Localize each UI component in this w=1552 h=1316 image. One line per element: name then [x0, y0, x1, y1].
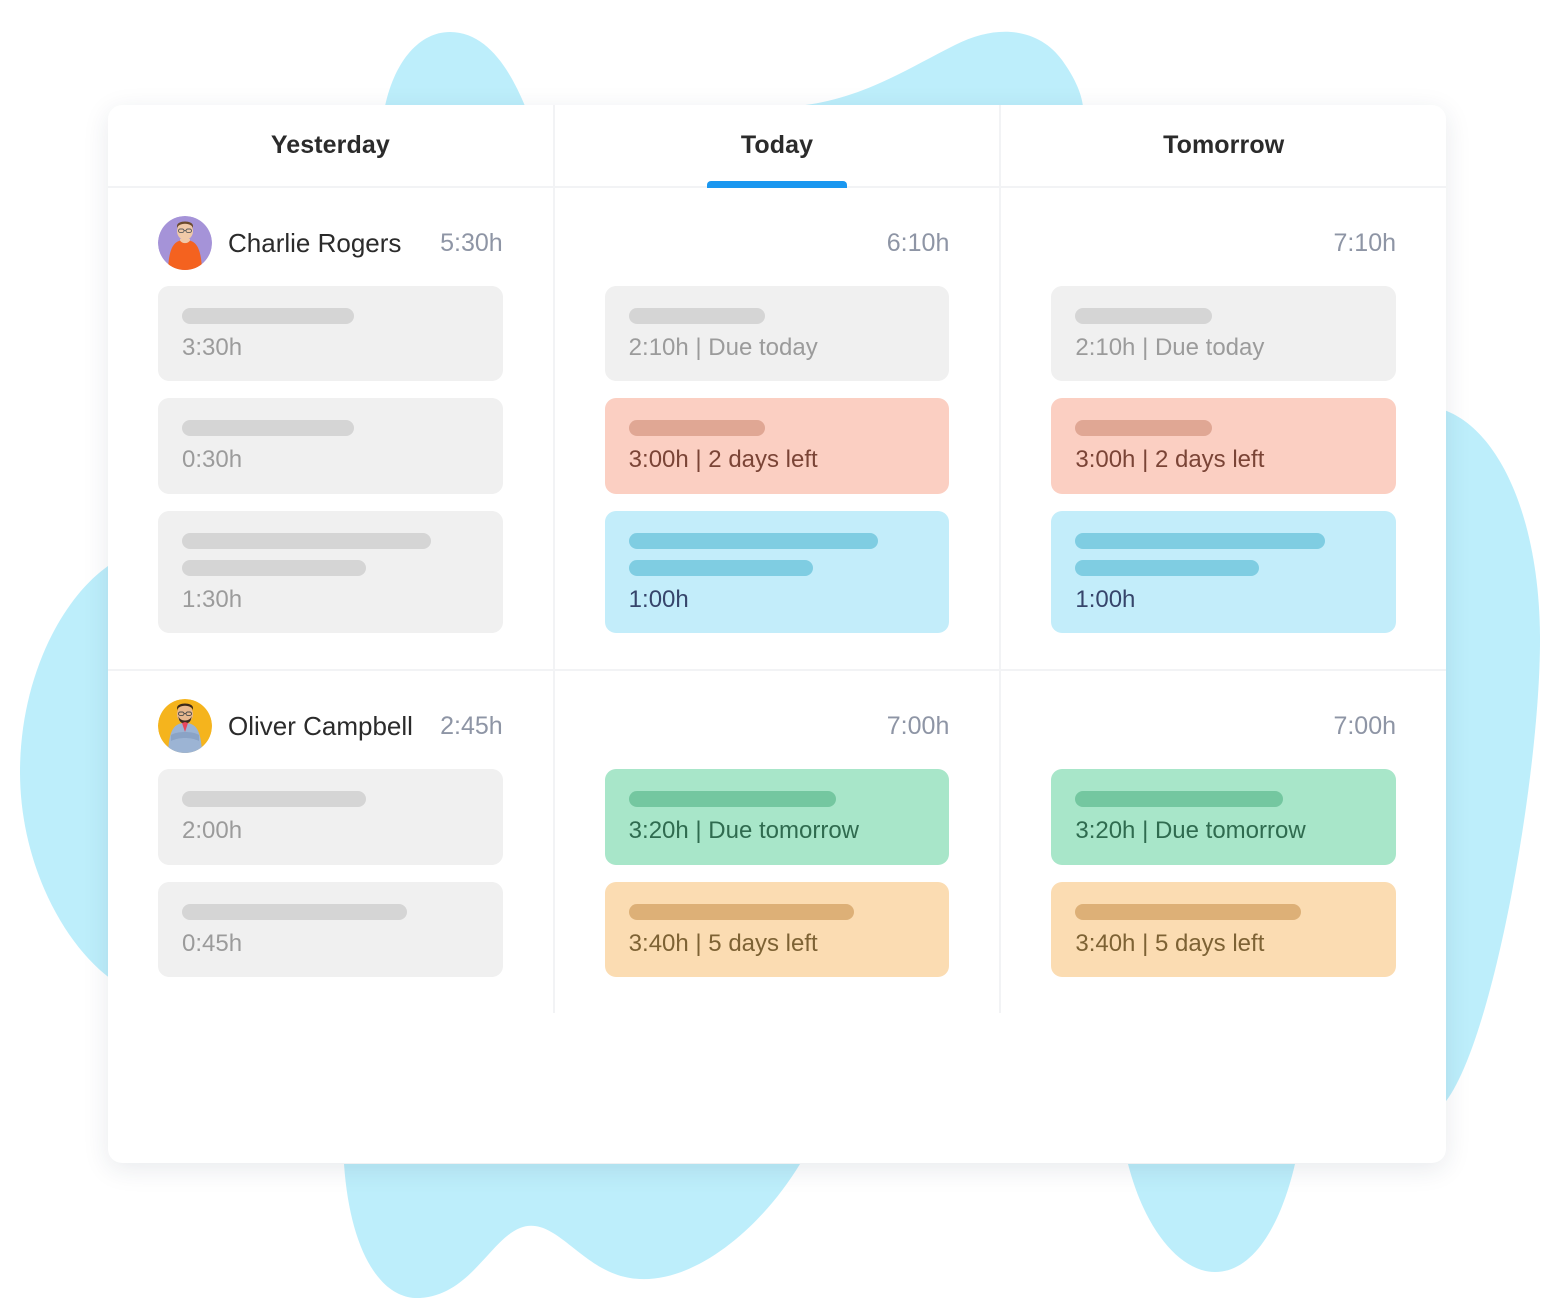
- task-meta: 2:10h | Due today: [1075, 334, 1265, 361]
- task-meta: 3:40h | 5 days left: [628, 929, 818, 957]
- task-card[interactable]: 1:30h: [158, 510, 503, 634]
- total-hours: 6:10h: [886, 228, 950, 257]
- task-card[interactable]: 0:30h: [158, 398, 503, 494]
- task-title-placeholder: [1075, 420, 1212, 437]
- person-row: Charlie Rogers 5:30h 3:30h 0:30h 1:30h 6…: [108, 188, 1446, 670]
- task-meta: 2:10h | Due today: [628, 334, 818, 361]
- tab-tomorrow[interactable]: Tomorrow: [999, 105, 1446, 186]
- task-card[interactable]: 2:00h: [158, 769, 503, 865]
- task-card[interactable]: 2:10h | Due today: [604, 286, 950, 382]
- avatar-oliver-campbell: [158, 699, 212, 754]
- task-card[interactable]: 1:00h: [604, 510, 950, 634]
- cell-oliver-today: 7:00h 3:20h | Due tomorrow 3:40h | 5 day…: [552, 671, 1000, 1013]
- total-hours: 7:10h: [1333, 228, 1397, 257]
- task-card[interactable]: 3:20h | Due tomorrow: [604, 769, 950, 865]
- task-card[interactable]: 1:00h: [1051, 510, 1397, 634]
- task-subtitle-placeholder: [628, 559, 813, 576]
- day-tabs: Yesterday Today Tomorrow: [108, 105, 1446, 188]
- task-title-placeholder: [182, 791, 366, 808]
- person-name: Charlie Rogers: [228, 227, 402, 258]
- cell-header: 6:10h: [605, 214, 950, 272]
- cell-header: 7:00h: [605, 697, 950, 755]
- task-title-placeholder: [1075, 308, 1212, 324]
- cell-header: 7:10h: [1051, 214, 1396, 272]
- task-meta: 3:00h | 2 days left: [628, 446, 818, 474]
- task-meta: 3:30h: [182, 334, 243, 361]
- cell-header: Charlie Rogers 5:30h: [158, 214, 503, 272]
- page-frame: Yesterday Today Tomorrow Charlie Rogers …: [0, 0, 1552, 1316]
- task-title-placeholder: [628, 420, 766, 437]
- task-title-placeholder: [628, 532, 878, 549]
- cell-charlie-tomorrow: 7:10h 2:10h | Due today 3:00h | 2 days l…: [999, 188, 1446, 670]
- task-title-placeholder: [1075, 791, 1283, 808]
- task-meta: 3:20h | Due tomorrow: [1075, 817, 1306, 845]
- task-card[interactable]: 2:10h | Due today: [1051, 286, 1397, 382]
- task-card[interactable]: 3:40h | 5 days left: [604, 881, 950, 977]
- task-title-placeholder: [182, 532, 432, 549]
- task-card[interactable]: 3:00h | 2 days left: [604, 398, 950, 494]
- task-meta: 0:30h: [182, 446, 243, 474]
- task-title-placeholder: [628, 308, 766, 324]
- task-title-placeholder: [182, 903, 408, 920]
- person-name: Oliver Campbell: [228, 710, 413, 741]
- task-card[interactable]: 3:40h | 5 days left: [1051, 881, 1397, 977]
- task-meta: 2:00h: [182, 817, 243, 845]
- total-hours: 7:00h: [1333, 711, 1397, 740]
- task-title-placeholder: [182, 420, 355, 437]
- task-title-placeholder: [182, 308, 355, 324]
- task-title-placeholder: [628, 791, 837, 808]
- task-meta: 3:00h | 2 days left: [1075, 446, 1265, 474]
- task-title-placeholder: [628, 903, 855, 920]
- cell-header: Oliver Campbell 2:45h: [158, 697, 503, 755]
- task-meta: 1:00h: [1075, 585, 1136, 613]
- task-meta: 0:45h: [182, 929, 243, 957]
- cell-charlie-today: 6:10h 2:10h | Due today 3:00h | 2 days l…: [552, 188, 1000, 670]
- tab-yesterday[interactable]: Yesterday: [108, 105, 553, 186]
- tab-tomorrow-label: Tomorrow: [1163, 131, 1285, 159]
- task-card[interactable]: 3:00h | 2 days left: [1051, 398, 1397, 494]
- task-title-placeholder: [1075, 532, 1325, 549]
- tab-today[interactable]: Today: [552, 105, 1000, 188]
- total-hours: 5:30h: [440, 228, 503, 257]
- person-row: Oliver Campbell 2:45h 2:00h 0:45h 7:00h: [108, 669, 1446, 1013]
- total-hours: 7:00h: [886, 711, 950, 740]
- task-meta: 3:40h | 5 days left: [1075, 929, 1265, 957]
- cell-oliver-tomorrow: 7:00h 3:20h | Due tomorrow 3:40h | 5 day…: [999, 671, 1446, 1013]
- task-meta: 3:20h | Due tomorrow: [628, 817, 860, 845]
- task-title-placeholder: [1075, 903, 1301, 920]
- task-card[interactable]: 0:45h: [158, 881, 503, 977]
- schedule-board: Yesterday Today Tomorrow Charlie Rogers …: [108, 105, 1446, 1163]
- tab-yesterday-label: Yesterday: [270, 131, 390, 159]
- tab-active-indicator: [707, 181, 847, 188]
- cell-oliver-yesterday: Oliver Campbell 2:45h 2:00h 0:45h: [108, 671, 553, 1013]
- task-meta: 1:00h: [628, 585, 689, 613]
- total-hours: 2:45h: [440, 711, 503, 740]
- task-card[interactable]: 3:30h: [158, 286, 503, 382]
- task-subtitle-placeholder: [1075, 559, 1260, 576]
- avatar-charlie-rogers: [158, 216, 212, 270]
- tab-today-label: Today: [740, 131, 814, 159]
- task-meta: 1:30h: [182, 585, 243, 613]
- cell-header: 7:00h: [1051, 697, 1396, 755]
- task-subtitle-placeholder: [182, 559, 366, 576]
- task-card[interactable]: 3:20h | Due tomorrow: [1051, 769, 1397, 865]
- cell-charlie-yesterday: Charlie Rogers 5:30h 3:30h 0:30h 1:30h: [108, 188, 553, 669]
